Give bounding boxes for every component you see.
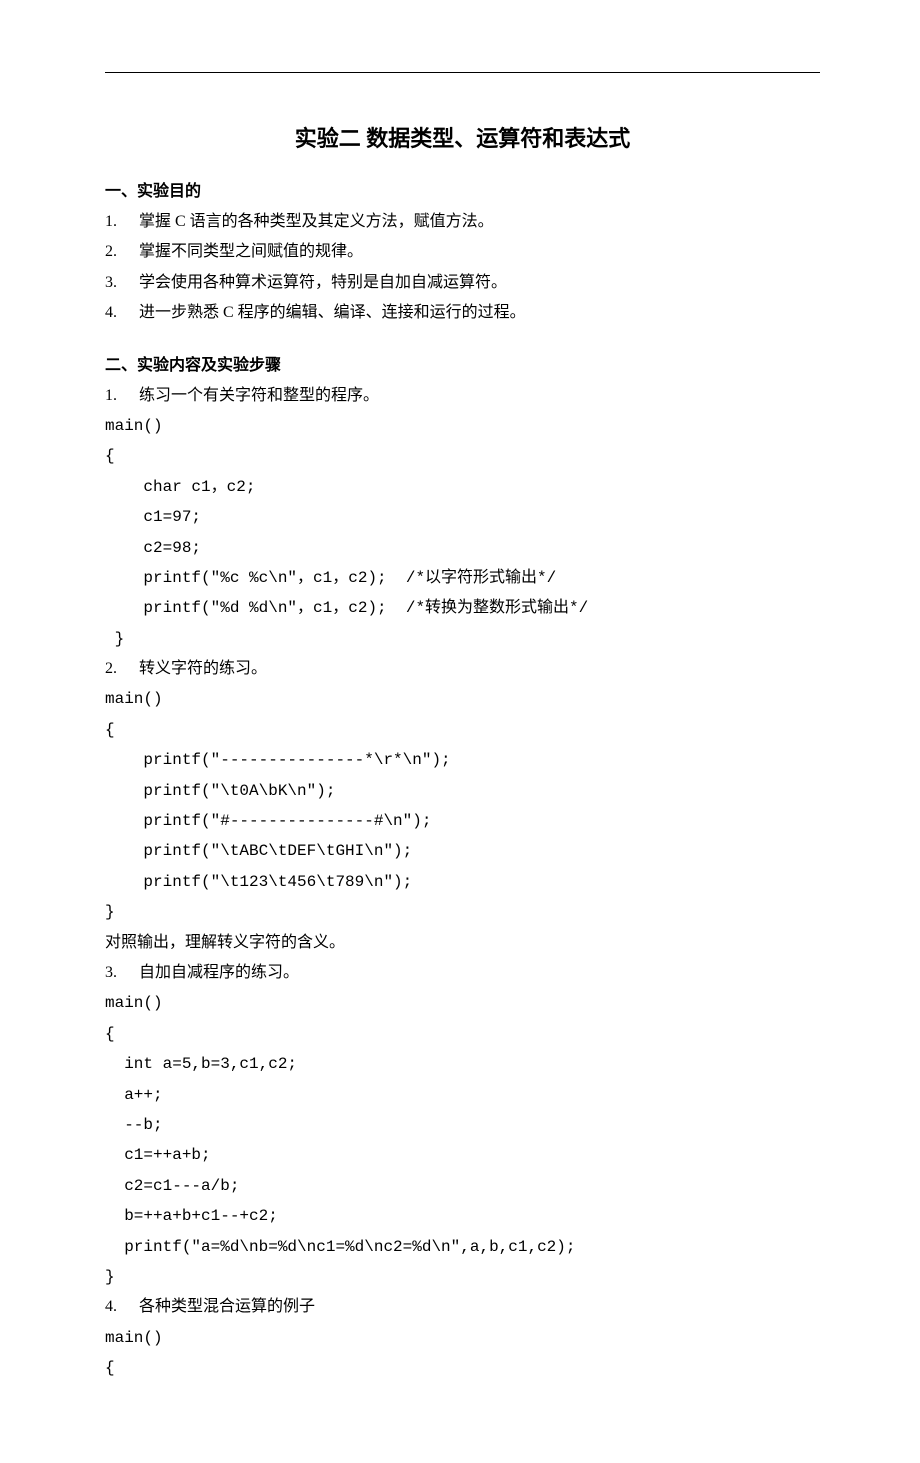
section-a-list: 1. 掌握 C 语言的各种类型及其定义方法，赋值方法。 2. 掌握不同类型之间赋… xyxy=(105,207,820,329)
list-item-number: 3. xyxy=(105,268,139,298)
list-item-text: 掌握 C 语言的各种类型及其定义方法，赋值方法。 xyxy=(139,207,820,237)
document-page: 实验二 数据类型、运算符和表达式 一、实验目的 1. 掌握 C 语言的各种类型及… xyxy=(0,0,920,1463)
list-item: 2. 掌握不同类型之间赋值的规律。 xyxy=(105,237,820,267)
list-item-number: 2. xyxy=(105,237,139,267)
exercise-line: 3.自加自减程序的练习。 xyxy=(105,958,820,988)
exercise-desc: 自加自减程序的练习。 xyxy=(139,964,299,981)
list-item-text: 进一步熟悉 C 程序的编辑、编译、连接和运行的过程。 xyxy=(139,298,820,328)
exercise-desc: 转义字符的练习。 xyxy=(139,660,267,677)
list-item: 3. 学会使用各种算术运算符，特别是自加自减运算符。 xyxy=(105,268,820,298)
exercise-desc: 各种类型混合运算的例子 xyxy=(139,1298,315,1315)
code-block-3: main() { int a=5,b=3,c1,c2; a++; --b; c1… xyxy=(105,988,820,1292)
exercise-line: 2.转义字符的练习。 xyxy=(105,654,820,684)
code-block-2: main() { printf("---------------*\r*\n")… xyxy=(105,684,820,927)
list-item: 1. 掌握 C 语言的各种类型及其定义方法，赋值方法。 xyxy=(105,207,820,237)
exercise-number: 1. xyxy=(105,381,139,411)
document-title: 实验二 数据类型、运算符和表达式 xyxy=(105,121,820,153)
list-item-text: 掌握不同类型之间赋值的规律。 xyxy=(139,237,820,267)
code-block-1: main() { char c1，c2; c1=97; c2=98; print… xyxy=(105,411,820,654)
exercise-line: 4.各种类型混合运算的例子 xyxy=(105,1292,820,1322)
exercise-line: 1.练习一个有关字符和整型的程序。 xyxy=(105,381,820,411)
exercise-number: 3. xyxy=(105,958,139,988)
list-item-text: 学会使用各种算术运算符，特别是自加自减运算符。 xyxy=(139,268,820,298)
code-block-4: main() { xyxy=(105,1323,820,1384)
exercise-number: 4. xyxy=(105,1292,139,1322)
exercise-desc: 练习一个有关字符和整型的程序。 xyxy=(139,387,379,404)
top-rule xyxy=(105,72,820,73)
exercise-trailer: 对照输出，理解转义字符的含义。 xyxy=(105,928,820,958)
list-item-number: 4. xyxy=(105,298,139,328)
section-b-heading: 二、实验内容及实验步骤 xyxy=(105,351,820,375)
list-item-number: 1. xyxy=(105,207,139,237)
section-a-heading: 一、实验目的 xyxy=(105,177,820,201)
exercise-number: 2. xyxy=(105,654,139,684)
list-item: 4. 进一步熟悉 C 程序的编辑、编译、连接和运行的过程。 xyxy=(105,298,820,328)
